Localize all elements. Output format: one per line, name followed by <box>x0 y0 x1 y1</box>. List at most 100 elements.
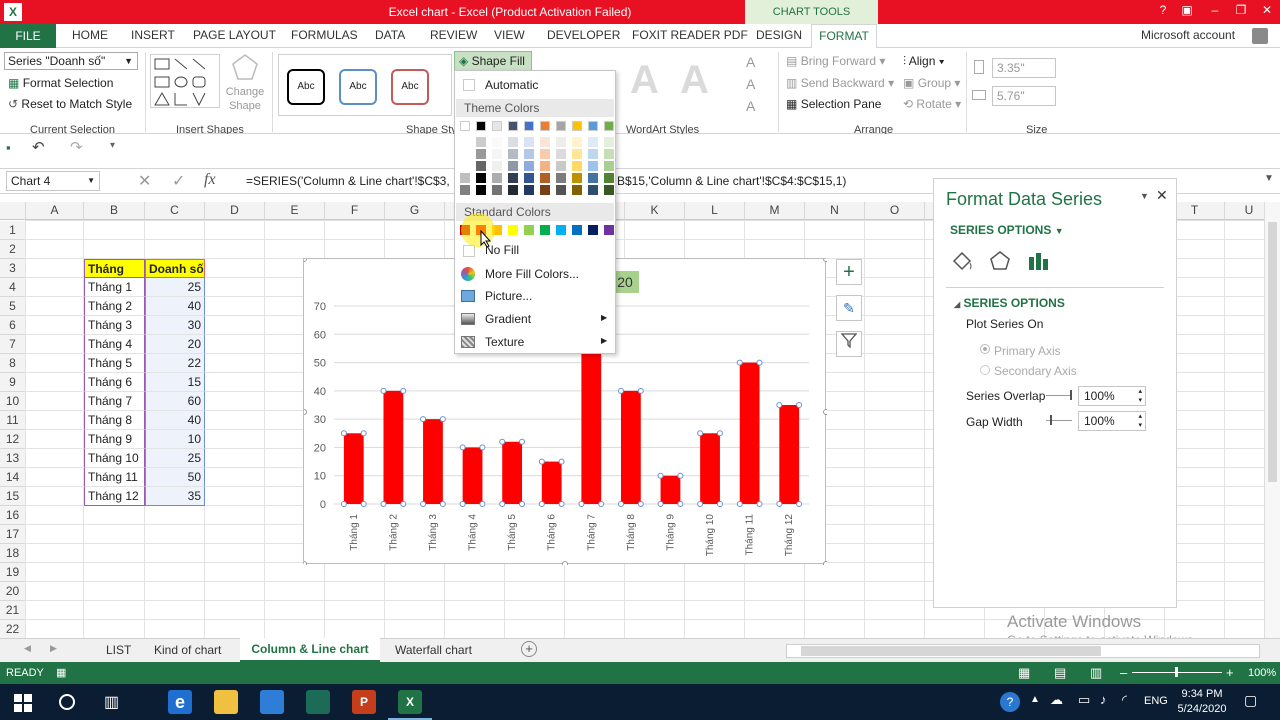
style-black[interactable]: Abc <box>287 69 325 105</box>
text-effects-icon[interactable]: A <box>746 98 755 114</box>
slider-thumb[interactable] <box>1050 415 1052 425</box>
theme-color-swatch[interactable] <box>460 121 470 131</box>
page-break-view-icon[interactable]: ▥ <box>1090 665 1102 681</box>
table-cell-month[interactable]: Tháng 3 <box>84 316 145 335</box>
notifications-icon[interactable]: ▢ <box>1244 692 1257 709</box>
row-header[interactable]: 8 <box>0 354 26 373</box>
theme-shade-swatch[interactable] <box>492 173 502 183</box>
ribbon-display-icon[interactable]: ▣ <box>1176 3 1198 21</box>
bar[interactable] <box>700 433 720 504</box>
theme-shade-swatch[interactable] <box>556 161 566 171</box>
language-indicator[interactable]: ENG <box>1144 695 1168 707</box>
column-header[interactable]: E <box>265 202 325 220</box>
cancel-icon[interactable]: ✕ <box>138 171 151 191</box>
table-cell-sales[interactable]: 10 <box>145 430 205 449</box>
theme-shade-swatch[interactable] <box>604 173 614 183</box>
expand-formula-icon[interactable]: ▼ <box>1264 173 1274 184</box>
table-cell-sales[interactable]: 40 <box>145 297 205 316</box>
row-header[interactable]: 15 <box>0 487 26 506</box>
formula-text[interactable]: =SERIES('Column & Line chart'!$C$3, <box>246 174 450 188</box>
table-cell-sales[interactable]: 25 <box>145 278 205 297</box>
theme-shade-swatch[interactable] <box>604 137 614 147</box>
table-cell-sales[interactable]: 25 <box>145 449 205 468</box>
theme-shade-swatch[interactable] <box>588 149 598 159</box>
theme-shade-swatch[interactable] <box>572 149 582 159</box>
scroll-right-icon[interactable]: ▶ <box>50 643 57 654</box>
table-cell-sales[interactable]: 40 <box>145 411 205 430</box>
series-overlap-input[interactable]: 100% ▴ ▾ <box>1078 386 1146 406</box>
save-icon[interactable]: ▪ <box>6 140 11 155</box>
scroll-thumb[interactable] <box>1268 222 1277 482</box>
effects-icon[interactable] <box>988 249 1012 273</box>
bar[interactable] <box>779 405 800 504</box>
theme-color-swatch[interactable] <box>524 121 534 131</box>
gap-width-input[interactable]: 100% ▴ ▾ <box>1078 411 1146 431</box>
undo-icon[interactable]: ↶ <box>32 138 45 156</box>
theme-shade-swatch[interactable] <box>540 137 550 147</box>
theme-shade-swatch[interactable] <box>524 185 534 195</box>
zoom-level[interactable]: 100% <box>1248 667 1276 679</box>
theme-color-swatch[interactable] <box>540 121 550 131</box>
theme-shade-swatch[interactable] <box>540 185 550 195</box>
secondary-axis-radio[interactable] <box>980 365 990 375</box>
row-header[interactable]: 10 <box>0 392 26 411</box>
bring-forward-button[interactable]: ▤ Bring Forward ▾ <box>786 54 885 68</box>
row-header[interactable]: 6 <box>0 316 26 335</box>
sheet-tab-column-line[interactable]: Column & Line chart <box>240 638 380 662</box>
bar[interactable] <box>462 447 483 504</box>
table-cell-month[interactable]: Tháng 1 <box>84 278 145 297</box>
standard-color-swatch[interactable] <box>508 225 518 235</box>
shape-fill-button[interactable]: ◈ Shape Fill ▼ <box>454 51 532 85</box>
minimize-icon[interactable]: – <box>1204 3 1226 21</box>
bar[interactable] <box>423 419 443 504</box>
help-icon[interactable]: ? <box>1152 3 1174 21</box>
column-header[interactable]: F <box>325 202 385 220</box>
table-cell-month[interactable]: Tháng 8 <box>84 411 145 430</box>
texture-option[interactable]: Texture <box>485 335 524 349</box>
gradient-option[interactable]: Gradient <box>485 312 531 326</box>
theme-shade-swatch[interactable] <box>556 137 566 147</box>
theme-shade-swatch[interactable] <box>556 173 566 183</box>
theme-shade-swatch[interactable] <box>476 185 486 195</box>
theme-shade-swatch[interactable] <box>508 137 518 147</box>
zoom-thumb[interactable] <box>1175 667 1178 677</box>
wifi-icon[interactable]: ◜ <box>1122 692 1127 708</box>
theme-color-swatch[interactable] <box>476 121 486 131</box>
theme-shade-swatch[interactable] <box>524 149 534 159</box>
style-blue[interactable]: Abc <box>339 69 377 105</box>
chart-filters-button[interactable] <box>836 331 862 357</box>
zoom-out-icon[interactable]: – <box>1120 665 1127 680</box>
table-cell-month[interactable]: Tháng 12 <box>84 487 145 506</box>
normal-view-icon[interactable]: ▦ <box>1018 665 1030 681</box>
windows-start-icon[interactable] <box>14 694 32 712</box>
column-header[interactable]: N <box>805 202 865 220</box>
row-header[interactable]: 4 <box>0 278 26 297</box>
row-header[interactable]: 12 <box>0 430 26 449</box>
row-header[interactable]: 1 <box>0 221 26 240</box>
page-layout-view-icon[interactable]: ▤ <box>1054 665 1066 681</box>
reset-style-button[interactable]: ↺ Reset to Match Style <box>8 97 132 111</box>
theme-shade-swatch[interactable] <box>540 173 550 183</box>
theme-color-swatch[interactable] <box>556 121 566 131</box>
theme-shade-swatch[interactable] <box>588 161 598 171</box>
theme-shade-swatch[interactable] <box>476 149 486 159</box>
add-sheet-icon[interactable]: + <box>521 641 537 657</box>
standard-color-swatch[interactable] <box>604 225 614 235</box>
tab-foxit[interactable]: FOXIT READER PDF <box>632 28 748 42</box>
avatar[interactable] <box>1252 28 1268 44</box>
theme-shade-swatch[interactable] <box>524 173 534 183</box>
standard-color-swatch[interactable] <box>588 225 598 235</box>
standard-color-swatch[interactable] <box>572 225 582 235</box>
store-icon[interactable] <box>260 690 284 714</box>
column-header[interactable]: K <box>625 202 685 220</box>
select-all-corner[interactable] <box>0 202 26 220</box>
header-cell-sales[interactable]: Doanh số <box>145 259 205 278</box>
table-cell-month[interactable]: Tháng 4 <box>84 335 145 354</box>
table-cell-sales[interactable]: 35 <box>145 487 205 506</box>
column-header[interactable]: D <box>205 202 265 220</box>
theme-shade-swatch[interactable] <box>556 185 566 195</box>
theme-shade-swatch[interactable] <box>556 149 566 159</box>
slider-thumb[interactable] <box>1070 390 1072 400</box>
battery-icon[interactable]: ▭ <box>1078 692 1090 708</box>
tab-format[interactable]: FORMAT <box>811 24 877 49</box>
